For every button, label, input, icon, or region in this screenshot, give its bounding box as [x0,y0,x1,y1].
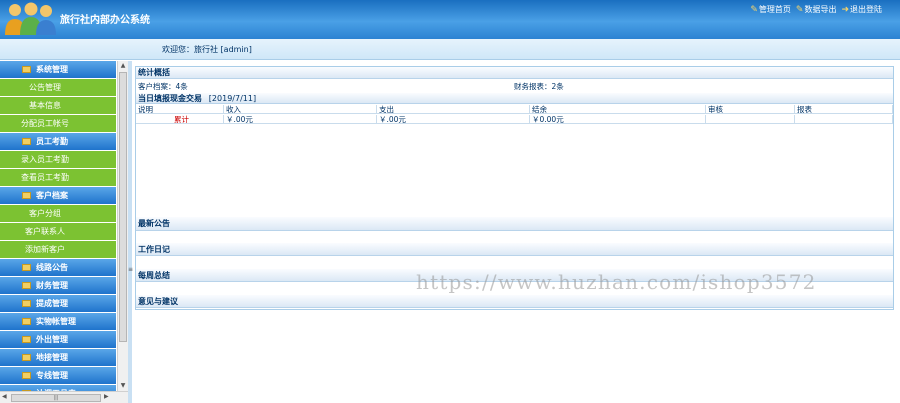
notice-title: 最新公告 [136,217,893,231]
trade-cell-report [795,115,893,124]
users-logo-icon [5,2,56,35]
sidebar-section-16[interactable]: 地接管理 [0,349,116,367]
trade-title-bar: 当日填报现金交易 [2019/7/11] [136,93,893,104]
top-links: ✎ 管理首页 ✎ 数据导出 ➜ 退出登陆 [750,4,882,15]
sidebar-item-label: 客户联系人 [25,227,65,236]
sidebar-item-label: 外出管理 [36,335,68,344]
sidebar-item-1[interactable]: 公告管理 [0,79,116,97]
suggestions-title: 意见与建议 [136,295,893,308]
trade-table-header: 说明 收入 支出 结余 审核 报表 [136,105,893,114]
welcome-text: 欢迎您：旅行社 [admin] [162,45,252,54]
arrow-exit-icon: ➜ [841,4,849,15]
sidebar-item-label: 线路公告 [36,263,68,272]
trade-cell-expense: ￥.00元 [377,115,530,124]
trade-header-cell: 说明 [136,105,224,114]
app-header: 旅行社内部办公系统 ✎ 管理首页 ✎ 数据导出 ➜ 退出登陆 [0,0,900,39]
sidebar-item-10[interactable]: 添加新客户 [0,241,116,259]
trade-cell-audit [706,115,795,124]
sidebar-item-2[interactable]: 基本信息 [0,97,116,115]
logout-link[interactable]: ➜ 退出登陆 [841,4,882,15]
folder-icon [22,318,31,325]
export-link-label: 数据导出 [804,5,837,14]
home-link-label: 管理首页 [758,5,791,14]
sidebar-item-5[interactable]: 录入员工考勤 [0,151,116,169]
sidebar-section-4[interactable]: 员工考勤 [0,133,116,151]
sidebar-section-0[interactable]: 系统管理 [0,61,116,79]
sidebar-item-9[interactable]: 客户联系人 [0,223,116,241]
stats-title: 统计概括 [136,67,893,79]
sidebar-item-label: 基本信息 [29,101,61,110]
sidebar-item-label: 添加新客户 [25,245,65,254]
sidebar-hscrollbar[interactable]: ◀ ||| ▶ [0,391,128,403]
sidebar-section-7[interactable]: 客户档案 [0,187,116,205]
trade-cell-income: ￥.00元 [224,115,377,124]
home-link[interactable]: ✎ 管理首页 [750,4,791,15]
scroll-up-icon[interactable]: ▲ [118,61,128,71]
splitter-grip-icon[interactable]: ≡ [128,266,133,273]
customer-count: 客户档案：4条 [138,82,188,91]
welcome-bar: 欢迎您：旅行社 [admin] [0,39,900,60]
scroll-thumb[interactable] [119,72,127,342]
sidebar-item-label: 员工考勤 [36,137,68,146]
sidebar-section-13[interactable]: 提成管理 [0,295,116,313]
sidebar-item-3[interactable]: 分配员工帐号 [0,115,116,133]
trade-title: 当日填报现金交易 [138,94,202,103]
sidebar-item-label: 专线管理 [36,371,68,380]
key-icon: ✎ [750,4,758,15]
trade-header-cell: 收入 [224,105,377,114]
folder-icon [22,300,31,307]
sidebar-section-11[interactable]: 线路公告 [0,259,116,277]
folder-icon [22,66,31,73]
sidebar-item-label: 地接管理 [36,353,68,362]
sidebar: 系统管理公告管理基本信息分配员工帐号员工考勤录入员工考勤 查看员工考勤客户档案客户… [0,61,116,391]
key-icon: ✎ [795,4,804,15]
sidebar-item-label: 分配员工帐号 [21,119,69,128]
sidebar-item-label: 录入员工考勤 [21,155,69,164]
sidebar-item-label: 实物帐管理 [36,317,76,326]
sidebar-item-label: 系统管理 [36,65,68,74]
trade-header-cell: 结余 [530,105,706,114]
scroll-down-icon[interactable]: ▼ [118,381,128,391]
folder-icon [22,336,31,343]
sidebar-item-label: 客户档案 [36,191,68,200]
frame-splitter[interactable]: ≡ [128,61,133,403]
scroll-left-icon[interactable]: ◀ [2,393,7,400]
export-link[interactable]: ✎ 数据导出 [796,4,837,15]
sidebar-item-6[interactable]: 查看员工考勤 [0,169,116,187]
folder-icon [22,192,31,199]
sidebar-item-label: 公告管理 [29,83,61,92]
diary-title: 工作日记 [136,243,893,256]
sidebar-section-15[interactable]: 外出管理 [0,331,116,349]
finance-count: 财务报表：2条 [514,82,564,91]
sidebar-item-label: 客户分组 [29,209,61,218]
folder-icon [22,138,31,145]
sidebar-item-label: 查看员工考勤 [21,173,69,182]
sidebar-section-14[interactable]: 实物帐管理 [0,313,116,331]
trade-header-cell: 支出 [377,105,530,114]
trade-header-cell: 审核 [706,105,795,114]
trade-cell-balance: ￥0.00元 [530,115,706,124]
trade-header-cell: 报表 [795,105,893,114]
sidebar-item-8[interactable]: 客户分组 [0,205,116,223]
trade-date: [2019/7/11] [208,94,257,103]
sidebar-item-label: 提成管理 [36,299,68,308]
hscroll-thumb[interactable]: ||| [11,394,101,402]
folder-icon [22,264,31,271]
sidebar-scrollbar[interactable]: ▲ ▼ [117,61,128,391]
folder-icon [22,372,31,379]
scroll-right-icon[interactable]: ▶ [104,393,109,400]
sidebar-section-12[interactable]: 财务管理 [0,277,116,295]
folder-icon [22,354,31,361]
app-title: 旅行社内部办公系统 [60,15,150,26]
trade-cell-desc: 累计 [136,115,224,124]
sidebar-item-label: 财务管理 [36,281,68,290]
table-row: 累计 ￥.00元 ￥.00元 ￥0.00元 [136,115,893,124]
watermark: https://www.huzhan.com/ishop3572 [416,270,817,294]
logout-link-label: 退出登陆 [850,5,882,14]
sidebar-section-17[interactable]: 专线管理 [0,367,116,385]
folder-icon [22,282,31,289]
